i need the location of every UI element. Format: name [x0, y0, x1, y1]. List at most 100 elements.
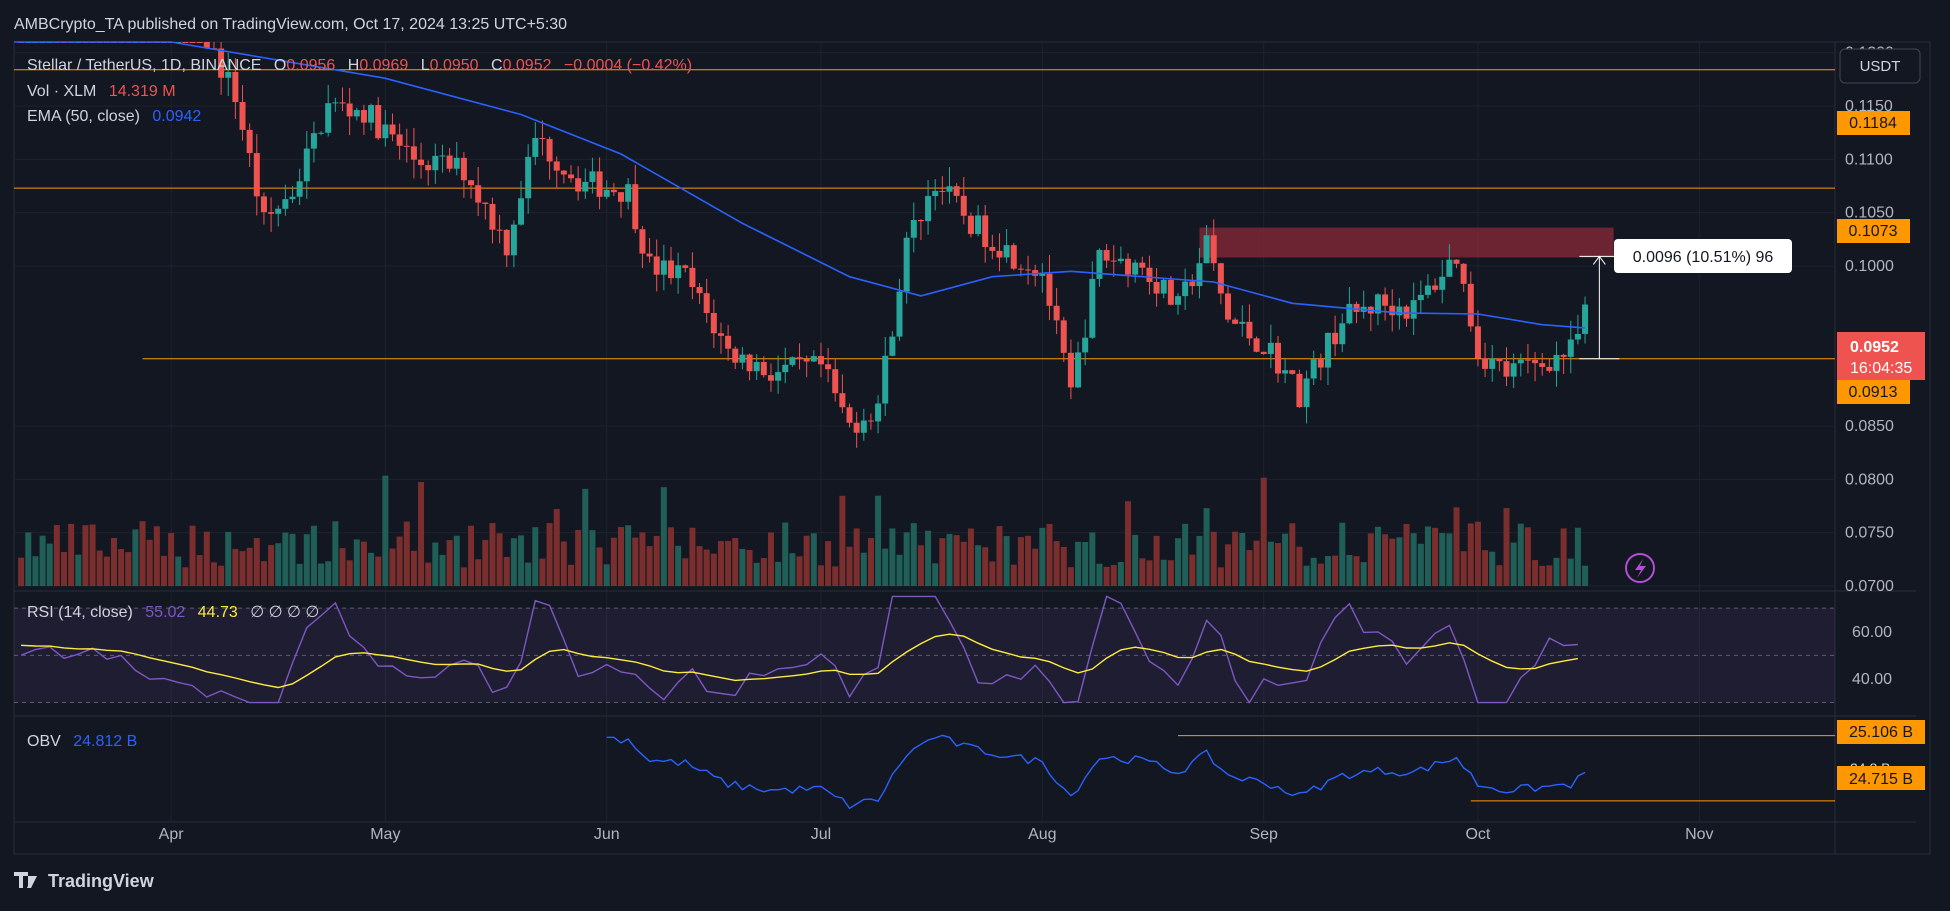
volume-bar	[810, 533, 817, 586]
volume-bar	[589, 530, 596, 586]
candle-body	[1189, 281, 1196, 287]
volume-bar	[1103, 566, 1110, 586]
volume-bar	[553, 509, 560, 586]
volume-bar	[618, 527, 624, 586]
volume-bar	[375, 556, 382, 586]
candle-body	[568, 174, 575, 179]
currency-button[interactable]: USDT	[1839, 48, 1921, 84]
volume-bar	[203, 531, 210, 586]
badge-last-price: 0.0952 16:04:35	[1837, 332, 1925, 380]
volume-bar	[525, 562, 532, 586]
volume-bar	[110, 537, 117, 586]
badge-obv-lo-text: 24.715 B	[1849, 771, 1913, 788]
candle-body	[660, 260, 667, 275]
badge-obv-hi-text: 25.106 B	[1849, 724, 1913, 741]
volume-bar	[360, 541, 367, 586]
measure-label: 0.0096 (10.51%) 96	[1633, 249, 1774, 266]
volume-bar	[989, 561, 996, 586]
candle-body	[196, 42, 203, 43]
candle-body	[582, 181, 589, 192]
badge-obv-lo: 24.715 B	[1837, 766, 1925, 790]
candle-body	[667, 260, 674, 279]
time-tick-label: Apr	[159, 826, 185, 843]
badge-r2-text: 0.1073	[1849, 223, 1898, 240]
candle-body	[1060, 320, 1067, 353]
candle-body	[1417, 294, 1424, 301]
candle-body	[296, 181, 303, 197]
time-tick-label: May	[370, 826, 400, 843]
volume-bar	[1267, 541, 1274, 586]
candle-body	[368, 105, 375, 123]
volume-bar	[118, 549, 125, 586]
background	[0, 0, 1950, 906]
price-tick-label: 0.0750	[1845, 525, 1894, 542]
tradingview-brand[interactable]: TradingView	[48, 871, 155, 891]
volume-bar	[68, 523, 75, 586]
candle-body	[1503, 361, 1510, 377]
candle-body	[282, 199, 289, 209]
candle-body	[396, 134, 403, 146]
legend-obv-label: OBV	[27, 733, 61, 750]
candle-body	[632, 184, 639, 230]
candle-body	[1253, 338, 1260, 352]
price-tick-label: 0.0700	[1845, 578, 1894, 595]
legend-rsi-value: 55.02	[145, 604, 185, 621]
candle-body	[1067, 352, 1074, 388]
time-tick-label: Oct	[1465, 826, 1490, 843]
volume-bar	[1496, 565, 1503, 586]
volume-bar	[1053, 541, 1060, 586]
candle-body	[625, 184, 632, 202]
candle-body	[1432, 285, 1439, 290]
volume-bar	[610, 537, 617, 586]
volume-bar	[982, 547, 989, 586]
volume-bar	[1153, 535, 1160, 586]
volume-bar	[425, 562, 432, 586]
candle-body	[853, 422, 860, 433]
candle-body	[875, 403, 882, 422]
volume-bar	[260, 561, 267, 586]
volume-bar	[1424, 526, 1431, 586]
candle-body	[1139, 262, 1146, 268]
volume-bar	[568, 564, 575, 586]
candle-body	[425, 165, 432, 171]
candle-body	[796, 357, 803, 359]
volume-bar	[1432, 527, 1439, 586]
volume-bar	[710, 553, 717, 586]
volume-bar	[1246, 550, 1253, 586]
candle-body	[782, 364, 789, 373]
legend-rsi-ma-value: 44.73	[198, 604, 238, 621]
candle-body	[989, 246, 996, 251]
volume-bar	[1560, 528, 1567, 586]
candle-body	[496, 229, 503, 231]
candle-body	[1075, 352, 1082, 388]
volume-bar	[39, 535, 46, 586]
volume-bar	[696, 546, 703, 586]
candle-body	[1560, 354, 1567, 357]
volume-bar	[482, 539, 489, 586]
candle-body	[525, 156, 532, 199]
candle-body	[960, 195, 967, 216]
volume-bar	[325, 561, 332, 586]
candle-body	[1167, 279, 1174, 305]
candle-body	[410, 146, 417, 160]
candle-body	[353, 110, 360, 117]
currency-button-label[interactable]: USDT	[1860, 58, 1901, 75]
legend-obv[interactable]: OBV 24.812 B	[27, 733, 137, 750]
candle-body	[268, 212, 275, 214]
candle-body	[318, 132, 325, 134]
candle-body	[1153, 282, 1160, 294]
candle-body	[389, 124, 396, 135]
volume-bar	[403, 521, 410, 586]
price-tick-label: 0.0850	[1845, 418, 1894, 435]
legend-rsi[interactable]: RSI (14, close) 55.02 44.73 ∅ ∅ ∅ ∅	[27, 604, 319, 621]
candle-body	[468, 180, 475, 186]
candle-body	[753, 361, 760, 372]
candle-body	[1460, 263, 1467, 284]
candle-body	[689, 267, 696, 288]
legend-symbol[interactable]: Stellar / TetherUS, 1D, BINANCE	[27, 57, 261, 74]
volume-bar	[246, 547, 253, 586]
legend-ema[interactable]: EMA (50, close) 0.0942	[27, 108, 201, 125]
volume-bar	[596, 547, 603, 586]
candle-body	[1332, 332, 1339, 345]
volume-bar	[1175, 538, 1182, 586]
